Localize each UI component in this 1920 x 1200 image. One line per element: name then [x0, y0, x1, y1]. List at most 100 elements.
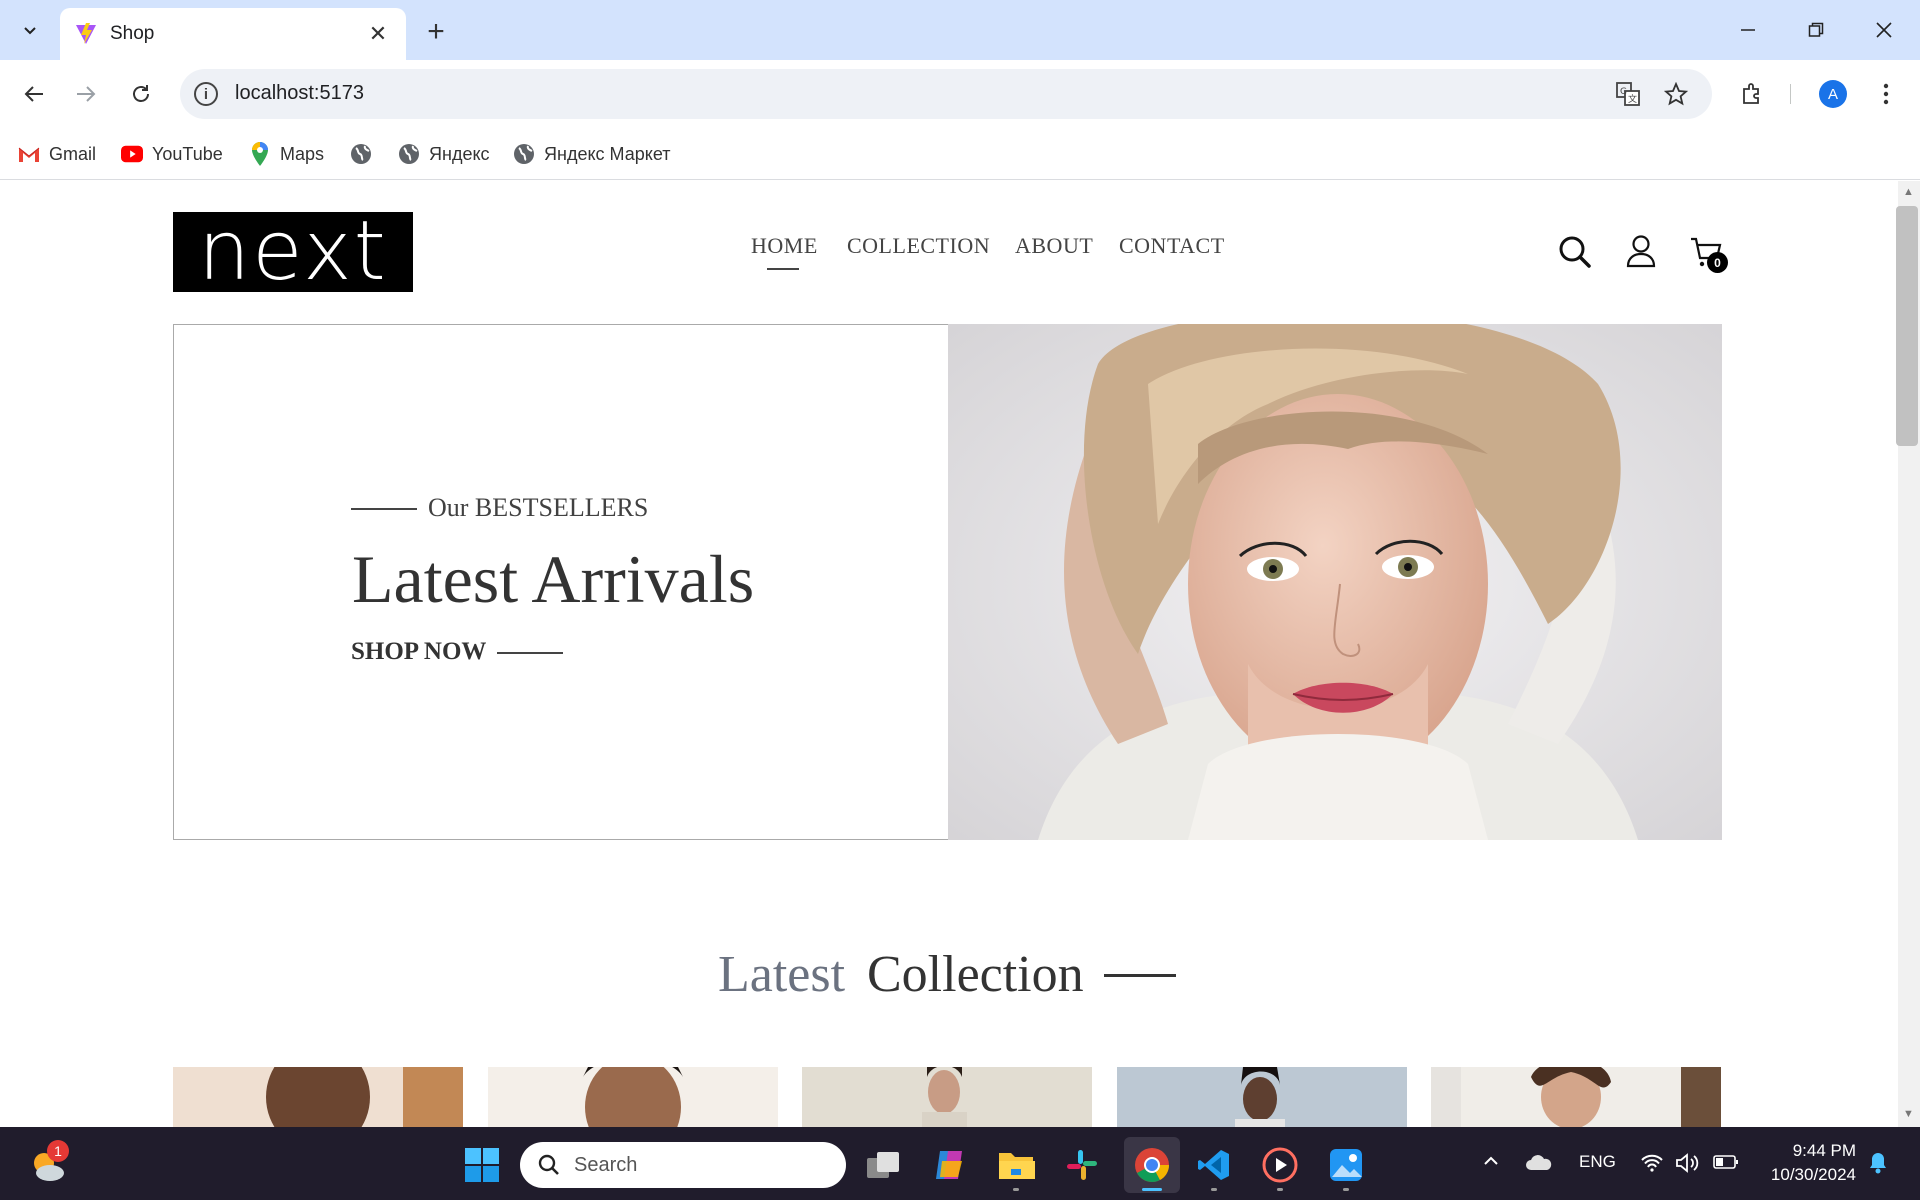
product-card[interactable]: [1431, 1067, 1721, 1127]
copilot-icon: [936, 1151, 962, 1179]
vscode-button[interactable]: [1192, 1143, 1236, 1187]
product-image: [266, 1067, 463, 1127]
nav-active-underline: [767, 268, 799, 270]
shop-now-link[interactable]: SHOP NOW: [351, 638, 486, 666]
section-title-light: Latest: [718, 946, 846, 1003]
close-window-button[interactable]: [1850, 0, 1918, 60]
nav-contact[interactable]: CONTACT: [1119, 233, 1225, 259]
youtube-icon: [121, 143, 143, 165]
product-card[interactable]: [488, 1067, 778, 1127]
bookmark-label: Яндекс: [429, 143, 490, 164]
vscode-icon: [1198, 1150, 1229, 1180]
bookmark-yandex[interactable]: Яндекс: [398, 136, 490, 172]
show-hidden-icons-button[interactable]: [1482, 1152, 1500, 1175]
search-icon: [538, 1154, 559, 1175]
bookmark-maps[interactable]: Maps: [249, 136, 324, 172]
play-icon: [1262, 1147, 1298, 1183]
new-tab-button[interactable]: +: [418, 14, 454, 50]
browser-tab[interactable]: Shop ✕: [60, 8, 406, 60]
scroll-up-arrow-icon[interactable]: ▲: [1903, 186, 1914, 198]
clock[interactable]: 9:44 PM 10/30/2024: [1758, 1139, 1856, 1187]
translate-icon: G文: [1616, 82, 1640, 106]
task-view-icon: [867, 1152, 899, 1178]
speaker-icon: [1676, 1153, 1699, 1173]
arrow-left-icon: [24, 86, 43, 102]
copilot-button[interactable]: [928, 1143, 972, 1187]
nav-collection[interactable]: COLLECTION: [847, 233, 990, 259]
svg-text:文: 文: [1628, 93, 1637, 105]
reload-button[interactable]: [121, 74, 161, 114]
product-card[interactable]: [1117, 1067, 1407, 1127]
onedrive-button[interactable]: [1525, 1154, 1553, 1177]
url-text[interactable]: localhost:5173: [235, 82, 364, 105]
weather-badge: 1: [47, 1140, 69, 1162]
volume-button[interactable]: [1675, 1153, 1701, 1178]
minimize-icon: [1741, 29, 1755, 31]
chrome-icon: [1135, 1148, 1169, 1182]
taskbar-search-placeholder: Search: [574, 1153, 638, 1176]
wifi-icon: [1641, 1154, 1663, 1172]
tab-title: Shop: [110, 23, 155, 44]
forward-button[interactable]: [66, 74, 106, 114]
translate-button[interactable]: G文: [1608, 74, 1648, 114]
start-button[interactable]: [460, 1143, 504, 1187]
search-icon: [1559, 236, 1591, 268]
bookmark-label: YouTube: [152, 143, 223, 164]
extensions-button[interactable]: [1732, 74, 1772, 114]
nav-home[interactable]: HOME: [751, 233, 818, 259]
eyebrow-line: [351, 508, 417, 510]
photos-icon: [1330, 1149, 1362, 1181]
site-info-icon[interactable]: i: [194, 82, 218, 106]
close-icon: [1876, 22, 1892, 38]
running-indicator: [1343, 1188, 1349, 1191]
photos-button[interactable]: [1324, 1143, 1368, 1187]
product-image: [1235, 1067, 1285, 1127]
profile-button[interactable]: [1625, 234, 1657, 273]
close-tab-icon[interactable]: ✕: [364, 21, 392, 47]
slack-button[interactable]: [1060, 1143, 1104, 1187]
search-button[interactable]: [1558, 235, 1592, 274]
chrome-button[interactable]: [1130, 1143, 1174, 1187]
site-logo[interactable]: next: [173, 211, 413, 293]
clock-time: 9:44 PM: [1792, 1141, 1856, 1160]
taskbar-search[interactable]: Search: [520, 1142, 846, 1188]
task-view-button[interactable]: [862, 1143, 906, 1187]
battery-button[interactable]: [1713, 1154, 1739, 1175]
slack-icon: [1067, 1150, 1097, 1180]
restore-button[interactable]: [1782, 0, 1850, 60]
cloud-icon: [1526, 1155, 1552, 1170]
bookmark-youtube[interactable]: YouTube: [121, 136, 223, 172]
browser-menu-button[interactable]: [1866, 74, 1906, 114]
cart-count-badge: 0: [1707, 252, 1728, 273]
section-title-dark: Collection: [867, 946, 1084, 1003]
tab-search-button[interactable]: [16, 12, 44, 48]
restore-icon: [1808, 22, 1824, 37]
cta-line: [497, 652, 563, 654]
scrollbar-thumb[interactable]: [1896, 206, 1918, 446]
product-image: [583, 1067, 683, 1127]
hero-heading: Latest Arrivals: [352, 541, 755, 617]
maps-icon: [249, 142, 271, 166]
profile-avatar[interactable]: A: [1819, 80, 1847, 108]
bookmark-label: Maps: [280, 143, 325, 164]
file-explorer-button[interactable]: [994, 1143, 1038, 1187]
minimize-button[interactable]: [1714, 0, 1782, 60]
bookmark-star-button[interactable]: [1656, 74, 1696, 114]
user-icon: [1626, 235, 1656, 268]
notifications-button[interactable]: [1868, 1152, 1888, 1179]
product-card[interactable]: [173, 1067, 463, 1127]
globe-icon: [350, 143, 372, 165]
nav-about[interactable]: ABOUT: [1015, 233, 1093, 259]
back-button[interactable]: [14, 74, 54, 114]
bookmark-gmail[interactable]: Gmail: [18, 136, 96, 172]
media-player-button[interactable]: [1258, 1143, 1302, 1187]
chevron-up-icon: [1484, 1156, 1498, 1165]
wifi-button[interactable]: [1640, 1153, 1664, 1178]
scroll-down-arrow-icon[interactable]: ▼: [1903, 1108, 1914, 1120]
bookmark-yandex-market[interactable]: Яндекс Маркет: [513, 136, 670, 172]
section-title-line: [1104, 974, 1176, 977]
bookmark-globe[interactable]: [350, 136, 381, 172]
product-card[interactable]: [802, 1067, 1092, 1127]
language-indicator[interactable]: ENG: [1579, 1152, 1616, 1172]
address-bar[interactable]: [180, 69, 1712, 119]
